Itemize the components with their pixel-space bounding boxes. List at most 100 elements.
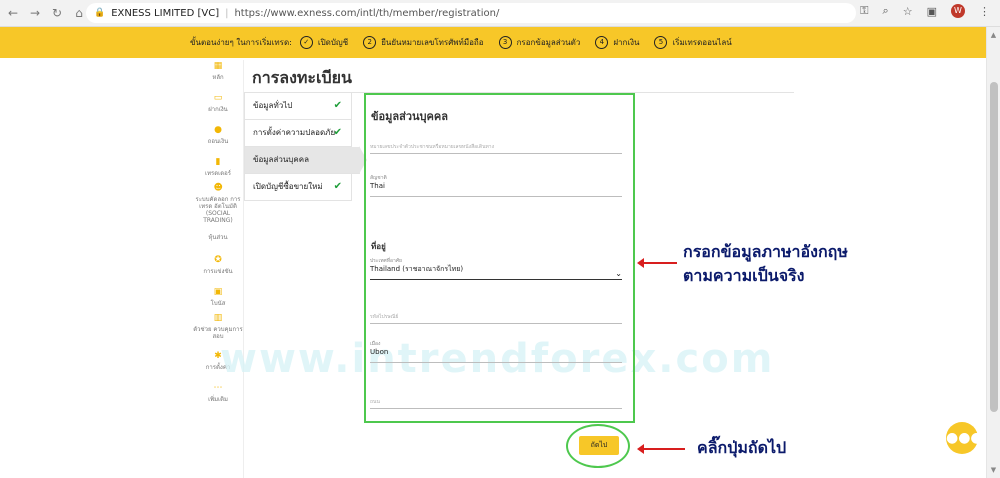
url-text: https://www.exness.com/intl/th/member/re… bbox=[234, 7, 500, 19]
sidebar-item-label: โบนัส bbox=[210, 300, 226, 307]
browser-actions: ⚿ ⌕ ☆ ▣ W ⋮ bbox=[860, 4, 990, 18]
address-bar[interactable]: 🔒 EXNESS LIMITED [VC] | https://www.exne… bbox=[86, 3, 856, 23]
more-icon: ⋯ bbox=[213, 383, 223, 393]
steps-lead-text: ขั้นตอนง่ายๆ ในการเริ่มเทรด: bbox=[190, 38, 292, 47]
coin-icon: ● bbox=[214, 125, 222, 135]
scroll-down-icon[interactable]: ▼ bbox=[987, 466, 1000, 474]
check-icon: ✔ bbox=[333, 127, 342, 138]
country-select[interactable]: ประเทศที่อาศัย Thailand (ราชอาณาจักรไทย)… bbox=[370, 258, 622, 280]
step-label: เริ่มเทรดออนไลน์ bbox=[672, 38, 732, 47]
sidebar: ▦ หลัก ▭ ฝากเงิน ● ถอนเงิน ▮ เทรดเดอร์ ☻… bbox=[192, 60, 244, 478]
step-number: 2 bbox=[363, 36, 377, 49]
key-icon[interactable]: ⚿ bbox=[860, 4, 868, 18]
step-open-account: ✓ เปิดบัญชี bbox=[299, 36, 349, 49]
step-start-trading: 5 เริ่มเทรดออนไลน์ bbox=[654, 36, 732, 49]
section-label: เปิดบัญชีซื้อขายใหม่ bbox=[253, 182, 323, 191]
section-security-settings[interactable]: การตั้งค่าความปลอดภัย ✔ bbox=[244, 120, 352, 147]
sidebar-item-bonus[interactable]: ▣ โบนัส bbox=[192, 287, 244, 308]
section-label: ข้อมูลทั่วไป bbox=[253, 101, 293, 110]
step-check-icon: ✓ bbox=[299, 36, 313, 49]
sidebar-item-contests[interactable]: ✪ การแข่งขัน bbox=[192, 255, 244, 276]
zoom-icon[interactable]: ⌕ bbox=[883, 4, 889, 18]
annotation-arrow-form bbox=[637, 258, 677, 268]
step-number: 4 bbox=[595, 36, 609, 49]
postcode-placeholder: รหัสไปรษณีย์ bbox=[370, 314, 399, 320]
section-general-info[interactable]: ข้อมูลทั่วไป ✔ bbox=[244, 93, 352, 120]
sidebar-item-label: หลัก bbox=[212, 74, 224, 81]
step-verify-phone: 2 ยืนยันหมายเลขโทรศัพท์มือถือ bbox=[363, 36, 484, 49]
steps-bar: ขั้นตอนง่ายๆ ในการเริ่มเทรด: ✓ เปิดบัญชี… bbox=[0, 27, 986, 58]
annotation-arrow-next bbox=[637, 444, 685, 454]
back-arrow-icon[interactable]: ← bbox=[4, 6, 22, 20]
step-label: เปิดบัญชี bbox=[317, 38, 349, 47]
sidebar-item-label: หุ้นส่วน bbox=[208, 234, 228, 241]
browser-toolbar: ← → ↻ ⌂ 🔒 EXNESS LIMITED [VC] | https://… bbox=[0, 0, 1000, 27]
site-identity: EXNESS LIMITED [VC] bbox=[111, 7, 220, 19]
page-scrollbar[interactable]: ▲ ▼ bbox=[986, 27, 1000, 478]
analytics-icon: ▥ bbox=[213, 313, 223, 323]
people-icon: ☻ bbox=[213, 183, 223, 193]
step-label: ฝากเงิน bbox=[613, 38, 640, 47]
chevron-down-icon: ⌄ bbox=[615, 269, 622, 278]
personal-info-form: ข้อมูลส่วนบุคคล หมายเลขประจำตัวประชาชนหร… bbox=[364, 93, 635, 423]
menu-dots-icon[interactable]: ⋮ bbox=[979, 5, 990, 18]
check-icon: ✔ bbox=[333, 100, 342, 111]
medal-icon: ✪ bbox=[214, 255, 222, 265]
sidebar-item-social-trading[interactable]: ☻ ระบบคัดลอก การเทรด อัตโนมัติ (SOCIAL T… bbox=[192, 183, 244, 225]
address-heading: ที่อยู่ bbox=[371, 242, 386, 251]
nationality-field[interactable]: สัญชาติ Thai bbox=[370, 175, 622, 197]
reload-icon[interactable]: ↻ bbox=[48, 6, 66, 20]
profile-avatar[interactable]: W bbox=[951, 4, 965, 18]
section-personal-info[interactable]: ข้อมูลส่วนบุคคล bbox=[244, 146, 367, 174]
step-number: 5 bbox=[654, 36, 668, 49]
page-title: การลงทะเบียน bbox=[252, 68, 352, 87]
nationality-value: Thai bbox=[370, 182, 385, 190]
sidebar-item-label: ถอนเงิน bbox=[207, 138, 229, 145]
city-field[interactable]: เมือง Ubon bbox=[370, 341, 622, 363]
page-root: ← → ↻ ⌂ 🔒 EXNESS LIMITED [VC] | https://… bbox=[0, 0, 1000, 478]
star-icon[interactable]: ☆ bbox=[903, 5, 913, 18]
gift-icon: ▣ bbox=[213, 287, 223, 297]
section-new-trading-account[interactable]: เปิดบัญชีซื้อขายใหม่ ✔ bbox=[244, 174, 352, 201]
step-deposit: 4 ฝากเงิน bbox=[595, 36, 639, 49]
forward-arrow-icon[interactable]: → bbox=[26, 6, 44, 20]
sidebar-item-main[interactable]: ▦ หลัก bbox=[192, 61, 244, 82]
scroll-thumb[interactable] bbox=[990, 82, 998, 412]
section-label: ข้อมูลส่วนบุคคล bbox=[253, 155, 309, 164]
grid-icon: ▦ bbox=[213, 61, 223, 71]
street-placeholder: ถนน bbox=[370, 399, 380, 405]
next-button[interactable]: ถัดไป bbox=[579, 436, 619, 455]
sidebar-item-trader[interactable]: ▮ เทรดเดอร์ bbox=[192, 157, 244, 178]
sidebar-item-more[interactable]: ⋯ เพิ่มเติม bbox=[192, 383, 244, 404]
extension-icon[interactable]: ▣ bbox=[927, 5, 937, 18]
step-label: ยืนยันหมายเลขโทรศัพท์มือถือ bbox=[381, 38, 484, 47]
sidebar-item-label: เพิ่มเติม bbox=[208, 396, 228, 403]
sidebar-item-label: เทรดเดอร์ bbox=[205, 170, 231, 177]
registration-section-nav: ข้อมูลทั่วไป ✔ การตั้งค่าความปลอดภัย ✔ ข… bbox=[244, 93, 367, 201]
sidebar-item-withdraw[interactable]: ● ถอนเงิน bbox=[192, 125, 244, 146]
lock-icon: 🔒 bbox=[94, 8, 106, 18]
sidebar-item-partner[interactable]: หุ้นส่วน bbox=[192, 234, 244, 241]
city-value: Ubon bbox=[370, 348, 389, 356]
wallet-icon: ▭ bbox=[213, 93, 223, 103]
id-number-field[interactable]: หมายเลขประจำตัวประชาชนหรือหมายเลขหนังสือ… bbox=[370, 143, 622, 154]
id-number-placeholder: หมายเลขประจำตัวประชาชนหรือหมายเลขหนังสือ… bbox=[370, 144, 495, 150]
check-icon: ✔ bbox=[333, 181, 342, 192]
section-label: การตั้งค่าความปลอดภัย bbox=[253, 128, 336, 137]
sidebar-item-label: ฝากเงิน bbox=[208, 106, 228, 113]
postcode-field[interactable]: รหัสไปรษณีย์ bbox=[370, 313, 622, 324]
url-separator: | bbox=[225, 7, 229, 19]
step-personal-info: 3 กรอกข้อมูลส่วนตัว bbox=[498, 36, 581, 49]
annotation-line: กรอกข้อมูลภาษาอังกฤษ bbox=[683, 242, 848, 261]
chat-bubble-icon[interactable]: ●●● bbox=[946, 422, 983, 454]
chart-icon: ▮ bbox=[215, 157, 221, 167]
form-title: ข้อมูลส่วนบุคคล bbox=[371, 110, 448, 123]
sidebar-item-label: ระบบคัดลอก การเทรด อัตโนมัติ (SOCIAL TRA… bbox=[195, 196, 241, 224]
step-label: กรอกข้อมูลส่วนตัว bbox=[516, 38, 581, 47]
step-number: 3 bbox=[498, 36, 512, 49]
annotation-line: ตามความเป็นจริง bbox=[683, 266, 805, 285]
street-field[interactable]: ถนน bbox=[370, 398, 622, 409]
scroll-up-icon[interactable]: ▲ bbox=[987, 31, 1000, 39]
sidebar-item-label: การแข่งขัน bbox=[203, 268, 233, 275]
sidebar-item-deposit[interactable]: ▭ ฝากเงิน bbox=[192, 93, 244, 114]
